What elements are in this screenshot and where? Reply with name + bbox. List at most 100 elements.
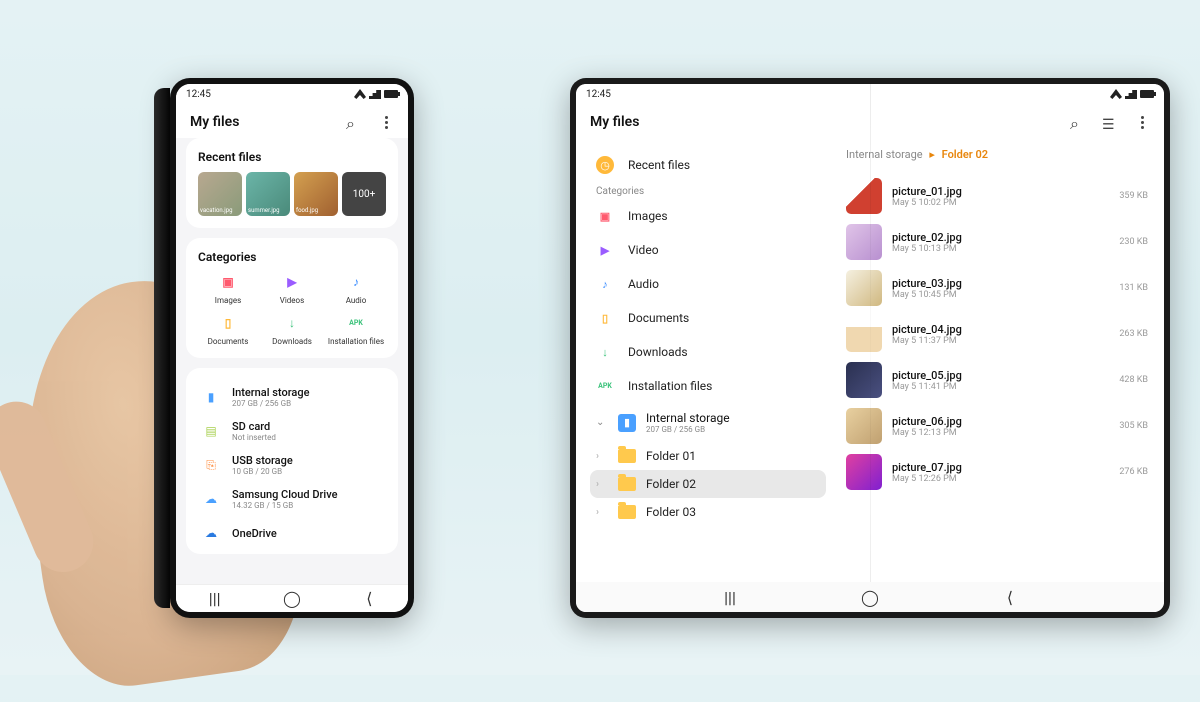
signal-icon bbox=[1125, 89, 1137, 99]
app-title: My files bbox=[190, 114, 239, 130]
category-images[interactable]: ▣Images bbox=[198, 272, 258, 305]
tablet-screen: 12:45 My files ◷ Recent files Categor bbox=[576, 84, 1164, 612]
category-label: Videos bbox=[280, 296, 304, 305]
folder-label: Folder 03 bbox=[646, 505, 696, 519]
folder-icon bbox=[618, 477, 636, 491]
file-name: picture_06.jpg bbox=[892, 415, 1109, 428]
file-name: picture_01.jpg bbox=[892, 185, 1109, 198]
phone-screen: 12:45 My files Recent files vacation.jpg… bbox=[176, 84, 408, 612]
phone-device: 12:45 My files Recent files vacation.jpg… bbox=[170, 78, 414, 618]
folder-item[interactable]: ›Folder 01 bbox=[590, 442, 836, 470]
status-time: 12:45 bbox=[186, 89, 211, 100]
nav-recents[interactable]: ||| bbox=[720, 590, 740, 604]
storage-card: ▮Internal storage207 GB / 256 GB▤SD card… bbox=[186, 368, 398, 554]
status-icons bbox=[1110, 89, 1154, 99]
storage-icon: ⎘ bbox=[200, 454, 222, 476]
file-thumbnail bbox=[846, 362, 882, 398]
storage-internal-storage[interactable]: ▮Internal storage207 GB / 256 GB bbox=[198, 380, 386, 414]
file-name: picture_02.jpg bbox=[892, 231, 1109, 244]
category-downloads[interactable]: ↓Downloads bbox=[262, 313, 322, 346]
nav-back[interactable]: ⟨ bbox=[1000, 590, 1020, 604]
file-row[interactable]: picture_03.jpgMay 5 10:45 PM131 KB bbox=[846, 265, 1148, 311]
sidebar-recent[interactable]: ◷ Recent files bbox=[590, 148, 836, 182]
sidebar-item-video[interactable]: ▶ Video bbox=[590, 233, 836, 267]
recent-thumb[interactable]: vacation.jpg bbox=[198, 172, 242, 216]
storage-icon: ▮ bbox=[618, 414, 636, 432]
file-row[interactable]: picture_07.jpgMay 5 12:26 PM276 KB bbox=[846, 449, 1148, 495]
nav-back[interactable]: ⟨ bbox=[359, 592, 379, 606]
sidebar-internal-storage[interactable]: ⌄ ▮ Internal storage 207 GB / 256 GB bbox=[590, 403, 836, 442]
sidebar-label: Documents bbox=[628, 311, 689, 325]
storage-name: SD card bbox=[232, 420, 276, 433]
category-label: Documents bbox=[208, 337, 249, 346]
sidebar-section-label: Categories bbox=[590, 182, 836, 199]
search-icon[interactable] bbox=[1070, 114, 1086, 130]
category-icon: ▶ bbox=[596, 241, 614, 259]
recent-thumb[interactable]: summer.jpg bbox=[246, 172, 290, 216]
sidebar-item-images[interactable]: ▣Images bbox=[590, 199, 836, 233]
category-label: Audio bbox=[346, 296, 367, 305]
file-row[interactable]: picture_06.jpgMay 5 12:13 PM305 KB bbox=[846, 403, 1148, 449]
file-date: May 5 10:45 PM bbox=[892, 290, 1109, 300]
recent-files-card: Recent files vacation.jpg summer.jpg foo… bbox=[186, 138, 398, 228]
category-icon: ↓ bbox=[282, 313, 302, 333]
storage-samsung-cloud-drive[interactable]: ☁Samsung Cloud Drive14.32 GB / 15 GB bbox=[198, 482, 386, 516]
sidebar: ◷ Recent files Categories ▣Images ▶ Video ♪… bbox=[576, 138, 836, 596]
storage-name: USB storage bbox=[232, 454, 293, 467]
file-row[interactable]: picture_01.jpgMay 5 10:02 PM359 KB bbox=[846, 173, 1148, 219]
category-icon: APK bbox=[596, 377, 614, 395]
category-installation-files[interactable]: APKInstallation files bbox=[326, 313, 386, 346]
file-thumbnail bbox=[846, 408, 882, 444]
sidebar-item-documents[interactable]: ▯ Documents bbox=[590, 301, 836, 335]
clock-icon: ◷ bbox=[596, 156, 614, 174]
categories-heading: Categories bbox=[198, 250, 386, 264]
folder-label: Folder 02 bbox=[646, 477, 696, 491]
category-audio[interactable]: ♪Audio bbox=[326, 272, 386, 305]
folder-item[interactable]: ›Folder 02 bbox=[590, 470, 826, 498]
file-thumbnail bbox=[846, 316, 882, 352]
storage-usb-storage[interactable]: ⎘USB storage10 GB / 20 GB bbox=[198, 448, 386, 482]
phone-hinge bbox=[154, 88, 170, 608]
sidebar-label: Video bbox=[628, 243, 659, 257]
sidebar-item-installation-files[interactable]: APKInstallation files bbox=[590, 369, 836, 403]
file-date: May 5 11:37 PM bbox=[892, 336, 1109, 346]
file-thumbnail bbox=[846, 224, 882, 260]
nav-home[interactable]: ◯ bbox=[860, 590, 880, 604]
category-icon: ▶ bbox=[282, 272, 302, 292]
storage-icon: ▮ bbox=[200, 386, 222, 408]
breadcrumb-root[interactable]: Internal storage bbox=[846, 148, 923, 161]
file-row[interactable]: picture_05.jpgMay 5 11:41 PM428 KB bbox=[846, 357, 1148, 403]
category-documents[interactable]: ▯ Documents bbox=[198, 313, 258, 346]
chevron-right-icon: › bbox=[596, 507, 608, 518]
storage-onedrive[interactable]: ☁OneDrive bbox=[198, 516, 386, 550]
sidebar-item-downloads[interactable]: ↓Downloads bbox=[590, 335, 836, 369]
search-icon[interactable] bbox=[346, 114, 362, 130]
wifi-icon bbox=[354, 89, 366, 99]
file-thumbnail bbox=[846, 454, 882, 490]
recent-thumb[interactable]: food.jpg bbox=[294, 172, 338, 216]
file-name: picture_04.jpg bbox=[892, 323, 1109, 336]
list-view-icon[interactable] bbox=[1102, 114, 1118, 130]
more-icon[interactable] bbox=[378, 114, 394, 130]
signal-icon bbox=[369, 89, 381, 99]
recent-more[interactable]: 100+ bbox=[342, 172, 386, 216]
file-row[interactable]: picture_02.jpgMay 5 10:13 PM230 KB bbox=[846, 219, 1148, 265]
more-icon[interactable] bbox=[1134, 114, 1150, 130]
status-icons bbox=[354, 89, 398, 99]
category-label: Installation files bbox=[328, 337, 384, 346]
nav-home[interactable]: ◯ bbox=[282, 592, 302, 606]
category-videos[interactable]: ▶ Videos bbox=[262, 272, 322, 305]
nav-recents[interactable]: ||| bbox=[205, 592, 225, 606]
file-row[interactable]: picture_04.jpgMay 5 11:37 PM263 KB bbox=[846, 311, 1148, 357]
category-icon: ▯ bbox=[218, 313, 238, 333]
recent-heading: Recent files bbox=[198, 150, 386, 164]
breadcrumb[interactable]: Internal storage ▸ Folder 02 bbox=[846, 148, 1148, 161]
category-icon: ▯ bbox=[596, 309, 614, 327]
storage-sd-card[interactable]: ▤SD cardNot inserted bbox=[198, 414, 386, 448]
folder-item[interactable]: › Folder 03 bbox=[590, 498, 836, 526]
file-size: 230 KB bbox=[1119, 237, 1148, 247]
category-icon: ♪ bbox=[596, 275, 614, 293]
sidebar-item-audio[interactable]: ♪Audio bbox=[590, 267, 836, 301]
sidebar-label: Images bbox=[628, 209, 668, 223]
chevron-right-icon: › bbox=[596, 451, 608, 462]
